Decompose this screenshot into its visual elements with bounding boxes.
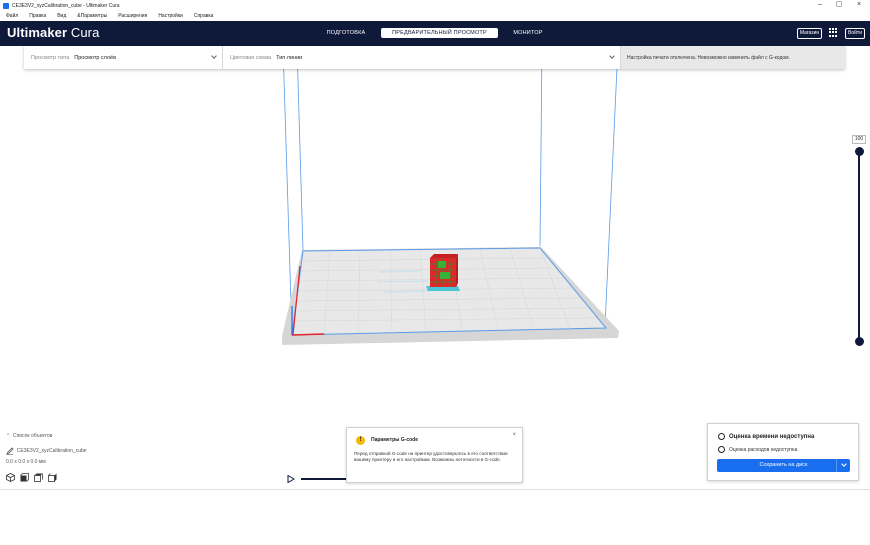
view-type-value: Просмотр слоёв [74,54,116,61]
window-title: CE3E3V2_xyzCalibration_cube - Ultimaker … [12,2,120,9]
menu-settings[interactable]: &Параметры [77,13,107,19]
top-view-icon[interactable] [34,473,43,482]
cura-app-icon [3,2,9,9]
close-button[interactable]: × [850,0,868,11]
chevron-down-icon [211,53,217,59]
chevron-down-icon [841,461,847,467]
3d-view-icon[interactable] [6,473,15,482]
tab-monitor[interactable]: МОНИТОР [506,28,550,38]
menubar: Файл Правка Вид &Параметры Расширения На… [0,11,870,21]
layer-slider-track[interactable] [858,151,860,342]
maximize-button[interactable]: ▢ [830,0,848,11]
app-header: Ultimaker Cura ПОДГОТОВКА ПРЕДВАРИТЕЛЬНЫ… [0,21,870,46]
divider [0,489,870,490]
gcode-settings-disabled-message: Настройка печати отключена. Невозможно и… [621,46,845,69]
pencil-icon [6,447,14,455]
view-type-dropdown[interactable]: Просмотр типа Просмотр слоёв [24,46,223,69]
layer-slider-value[interactable]: 100 [852,135,866,144]
simulation-timeline[interactable] [301,478,351,480]
time-estimate-row: Оценка времени недоступна [718,433,814,440]
play-icon[interactable] [287,475,295,483]
layer-slider-lower-handle[interactable] [855,337,864,346]
object-list-toggle[interactable]: ⌃ Список объектов [6,433,52,439]
app-logo: Ultimaker Cura [7,25,99,40]
build-volume-edge [539,46,543,247]
left-view-icon[interactable] [48,473,57,482]
object-file-name: CE3E3V2_xyzCalibration_cube [16,448,87,454]
color-scheme-dropdown[interactable]: Цветовая схема Тип линии [223,46,621,69]
apps-grid-icon[interactable] [829,28,838,37]
minimize-button[interactable]: – [811,0,829,11]
color-scheme-label: Цветовая схема [230,54,272,61]
color-scheme-value: Тип линии [276,54,303,61]
logo-product: Cura [67,25,100,40]
time-estimate-text: Оценка времени недоступна [729,433,815,440]
save-options-dropdown[interactable] [836,459,850,472]
signin-button[interactable]: Войти [845,28,865,39]
chevron-down-icon [609,53,615,59]
object-dimensions: 0.0 x 0.0 x 0.0 мм [6,459,46,465]
object-list-label: Список объектов [12,433,53,439]
menu-edit[interactable]: Правка [29,13,46,19]
camera-view-buttons [6,473,57,482]
clock-icon [718,433,725,440]
menu-view[interactable]: Вид [57,13,66,19]
toast-body: Перед отправкой G-code на принтер удосто… [354,451,508,462]
menu-preferences[interactable]: Настройки [158,13,183,19]
logo-brand: Ultimaker [7,25,68,40]
toast-close-button[interactable]: × [512,432,516,438]
menu-help[interactable]: Справка [194,13,214,19]
build-volume-edge [604,46,619,327]
cost-estimate-row: Оценка расходов недоступна [718,446,797,453]
view-type-label: Просмотр типа [31,54,70,61]
axis-x [291,333,325,336]
print-info-panel: Оценка времени недоступна Оценка расходо… [707,423,859,481]
save-to-disk-label: Сохранить на диск [759,462,808,468]
menu-file[interactable]: Файл [6,13,18,19]
window-titlebar: CE3E3V2_xyzCalibration_cube - Ultimaker … [0,0,870,11]
front-view-icon[interactable] [20,473,29,482]
layer-slider-upper-handle[interactable] [855,147,864,156]
save-to-disk-button[interactable]: Сохранить на диск [717,459,850,472]
spool-icon [718,446,725,453]
build-volume-edge [282,46,293,337]
chevron-up-icon: ⌃ [6,433,11,439]
build-volume-edge [296,46,304,252]
cost-estimate-text: Оценка расходов недоступна [729,446,798,453]
tab-preview[interactable]: ПРЕДВАРИТЕЛЬНЫЙ ПРОСМОТР [381,28,498,38]
tab-prepare[interactable]: ПОДГОТОВКА [318,28,374,38]
menu-extensions[interactable]: Расширения [118,13,147,19]
marketplace-button[interactable]: Магазин [797,28,822,39]
model-calibration-cube [426,254,460,291]
warning-icon: ! [356,436,365,445]
object-list-item[interactable]: CE3E3V2_xyzCalibration_cube [6,447,87,455]
toast-title: Параметры G-code [371,437,419,443]
view-options-bar: Просмотр типа Просмотр слоёв Цветовая сх… [24,46,845,69]
gcode-warning-toast: ! Параметры G-code × Перед отправкой G-c… [346,427,523,483]
